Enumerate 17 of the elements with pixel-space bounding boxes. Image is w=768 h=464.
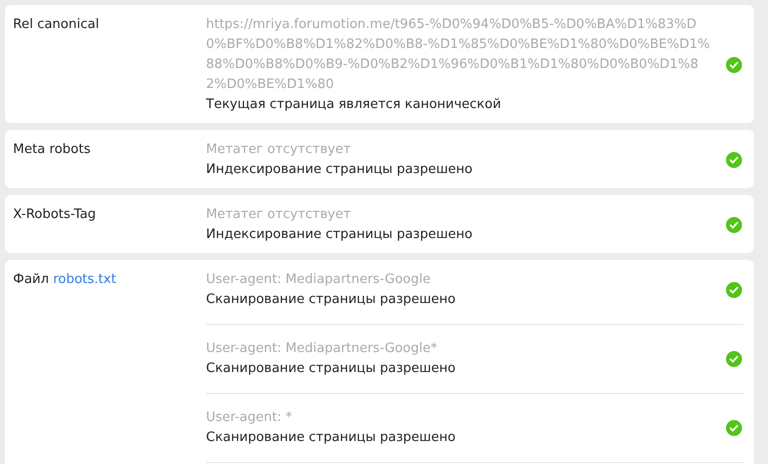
- robots-link[interactable]: robots.txt: [53, 272, 116, 287]
- check-result: Сканирование страницы разрешено: [206, 429, 457, 447]
- check-result: Индексирование страницы разрешено: [206, 161, 474, 179]
- check-label: Файл: [13, 272, 49, 287]
- check-detail: User-agent: Mediapartners-Google*: [206, 340, 438, 358]
- check-detail: https://mriya.forumotion.me/t965-%D0%94%D0%B5-%D0%BA%D1%83%D0%BF%D0%B8%D1%82%D0%B8-%D1%85%D0%BE%D1%80%D0%BE%D1%88%D0%B8%D0%B9-%D0%B2%D1%96%D0%B1%D1%80%D0%B0%D1%82%D0%BE%D1%80: [206, 16, 711, 94]
- check-result: Текущая страница является канонической: [206, 96, 502, 114]
- check-result: Сканирование страницы разрешено: [206, 291, 457, 309]
- check-result: Сканирование страницы разрешено: [206, 360, 457, 378]
- check-result: Индексирование страницы разрешено: [206, 226, 474, 244]
- check-label: Meta robots: [13, 142, 90, 157]
- check-detail: Метатег отсутствует: [206, 141, 352, 159]
- check-label: X-Robots-Tag: [13, 207, 96, 222]
- check-label: Rel canonical: [13, 17, 100, 32]
- check-detail: User-agent: Mediapartners-Google: [206, 271, 432, 289]
- check-detail: User-agent: *: [206, 409, 294, 427]
- check-detail: Метатег отсутствует: [206, 206, 352, 224]
